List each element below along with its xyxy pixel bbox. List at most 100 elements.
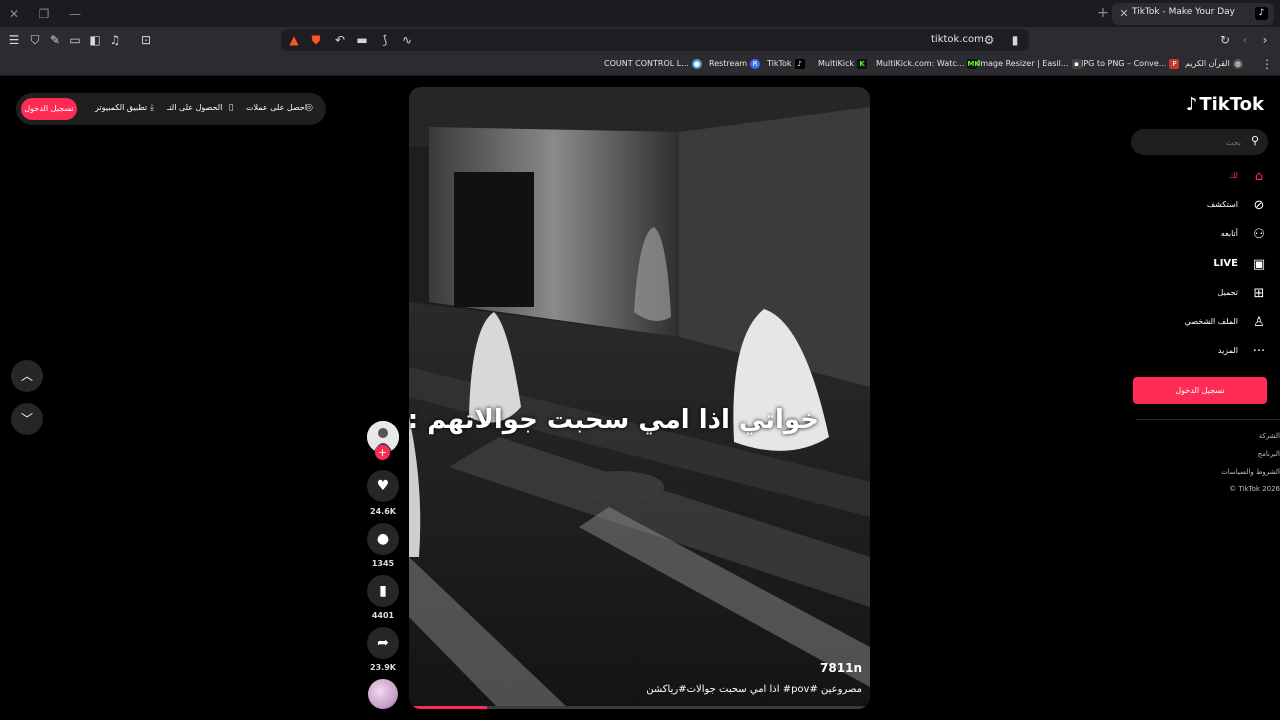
forward-icon[interactable]: › [1256, 31, 1274, 49]
video-caption[interactable]: مصروعين #pov# اذا امي سحبت جوالات#رياكشن [646, 684, 862, 695]
footer-copyright: © TikTok 2026 [1229, 485, 1280, 493]
tab-close-icon[interactable]: ✕ [1117, 6, 1131, 22]
previous-video-button[interactable]: ︿ [11, 360, 43, 392]
more-bookmarks-icon[interactable]: ⋮ [1258, 55, 1276, 73]
person-icon: ♙ [1253, 315, 1265, 330]
bookmark-item[interactable]: COUNT CONTROL L... ● [604, 58, 702, 71]
save-button[interactable]: ▮ [367, 575, 399, 607]
bookmark-label: COUNT CONTROL L... [604, 59, 689, 68]
new-tab-button[interactable]: + [1094, 4, 1112, 22]
minimize-window-icon[interactable]: — [67, 6, 83, 22]
sidebar-item-label: الملف الشخصي [1184, 317, 1238, 326]
sidebar-divider [1136, 419, 1280, 420]
bookmark-label: Image Resizer | Easil... [978, 59, 1069, 68]
circle-icon: ● [691, 58, 702, 69]
sidebar-item-more[interactable]: ··· المزيد [1138, 342, 1268, 362]
compass-icon: ⊘ [1253, 198, 1265, 213]
bookmark-label: Restream [709, 59, 748, 68]
sidebar-item-explore[interactable]: ⊘ استكشف [1138, 196, 1268, 216]
video-progress-fill [409, 706, 488, 709]
tiktok-icon: ♪ [1185, 94, 1198, 115]
bookmarks-bar: القرآن الكريم ◍ JPG to PNG – Conve... P Im… [0, 53, 1280, 76]
close-window-icon[interactable]: ✕ [6, 6, 22, 22]
more-icon: ··· [1252, 344, 1266, 359]
sidebar-login-button[interactable]: تسجيل الدخول [1133, 377, 1267, 404]
chevron-up-icon: ︿ [20, 369, 33, 383]
brave-rewards-icon[interactable]: ▲ [285, 31, 303, 49]
bookmark-item[interactable]: MultiKick.com: Watc... MK [876, 58, 980, 71]
next-video-button[interactable]: ﹀ [11, 403, 43, 435]
tabs-icon[interactable]: ▭ [66, 31, 84, 49]
chevron-down-icon: ﹀ [20, 412, 33, 426]
translate-icon[interactable]: ⟆ [376, 31, 394, 49]
search-icon[interactable]: ⚲ [1248, 134, 1262, 148]
comment-button[interactable]: ● [367, 523, 399, 555]
comment-count: 1345 [371, 559, 395, 568]
brave-shield-icon[interactable]: ⛊ [307, 31, 325, 49]
share-button[interactable]: ➦ [367, 627, 399, 659]
footer-program-link[interactable]: البرنامج [1258, 450, 1280, 458]
k-icon: K [857, 58, 868, 69]
bookmark-label: MultiKick [818, 59, 855, 68]
bookmark-icon: ▮ [379, 583, 387, 599]
user-plus-icon: ⚇ [1253, 227, 1265, 242]
square-icon: ▪ [1071, 58, 1082, 69]
site-settings-icon[interactable]: ⚙ [980, 31, 998, 49]
reload-icon[interactable]: ↻ [1216, 31, 1234, 49]
bookmark-label: JPG to PNG – Conve... [1081, 59, 1167, 68]
bookmark-item[interactable]: MultiKick K [818, 58, 868, 71]
upload-plus-icon: ⊞ [1253, 286, 1265, 301]
sidebar-item-label: تحميل [1217, 288, 1239, 297]
footer-terms-link[interactable]: الشروط والسياسات [1221, 468, 1280, 476]
sidebar-item-upload[interactable]: ⊞ تحميل [1138, 284, 1268, 304]
url-text: tiktok.com [931, 34, 984, 45]
share-icon: ➦ [377, 635, 389, 651]
shield-icon[interactable]: ⛉ [26, 31, 44, 49]
save-count: 4401 [371, 611, 395, 620]
screenshot-icon[interactable]: ⊡ [137, 31, 155, 49]
search-box[interactable]: ⚲ [1131, 129, 1268, 155]
desktop-app-link[interactable]: تطبيق الكمبيوتر [95, 103, 147, 112]
bookmark-label: TikTok [767, 59, 792, 68]
restore-window-icon[interactable]: ❐ [36, 6, 52, 22]
video-player[interactable]: خواتي اذا امي سحبت جوالاتهم : 7811n مصرو… [409, 87, 870, 709]
sidebar-item-following[interactable]: ⚇ أتابعه [1138, 225, 1268, 245]
bookmark-item[interactable]: Restream R [709, 58, 761, 71]
globe-icon: ◍ [1232, 58, 1243, 69]
view-count: 7811n [820, 661, 862, 675]
bookmark-item[interactable]: Image Resizer | Easil... ▪ [978, 58, 1082, 71]
share-count: 23.9K [370, 663, 396, 672]
address-bar[interactable]: ▲ ⛊ ↶ ▬ ⟆ ∿ tiktok.com ⚙ [281, 29, 1029, 51]
get-coins-link[interactable]: احصل على عملات [246, 103, 307, 112]
bookmark-item[interactable]: القرآن الكريم ◍ [1185, 58, 1243, 71]
get-app-link[interactable]: الحصول على التـ [167, 103, 222, 112]
sidebar-item-profile[interactable]: ♙ الملف الشخصي [1138, 313, 1268, 333]
video-overlay-text: خواتي اذا امي سحبت جوالاتهم : [409, 405, 819, 435]
footer-company-link[interactable]: الشركة [1259, 432, 1280, 440]
sidebar-item-for-you[interactable]: ⌂ لك [1138, 167, 1268, 187]
bookmark-icon[interactable]: ▮ [1006, 31, 1024, 49]
pin-icon[interactable]: ✎ [46, 31, 64, 49]
sidebar-item-live[interactable]: ▣ LIVE [1138, 255, 1268, 275]
like-button[interactable]: ♥ [367, 470, 399, 502]
laptop-icon[interactable]: ▬ [353, 31, 371, 49]
back-history-icon[interactable]: ↶ [331, 31, 349, 49]
bookmark-item[interactable]: TikTok ♪ [767, 58, 805, 71]
search-input[interactable] [1141, 134, 1241, 150]
top-login-button[interactable]: تسجيل الدخول [21, 98, 77, 120]
back-icon[interactable]: ‹ [1236, 31, 1254, 49]
bookmark-item[interactable]: JPG to PNG – Conve... P [1081, 58, 1180, 71]
comment-icon: ● [376, 531, 390, 547]
wave-icon[interactable]: ∿ [398, 31, 416, 49]
sidebar-icon[interactable]: ◧ [86, 31, 104, 49]
video-frame [409, 87, 870, 709]
r-icon: R [750, 58, 761, 69]
music-disc[interactable] [368, 679, 398, 709]
tiktok-logo[interactable]: ♪ TikTok [1186, 94, 1264, 115]
tiktok-icon: ♪ [794, 58, 805, 69]
video-progress-bar[interactable] [409, 706, 870, 709]
menu-icon[interactable]: ☰ [5, 31, 23, 49]
browser-tab[interactable]: ✕ TikTok - Make Your Day ♪ [1112, 3, 1274, 25]
music-icon[interactable]: ♫ [106, 31, 124, 49]
follow-button[interactable]: + [375, 445, 390, 460]
